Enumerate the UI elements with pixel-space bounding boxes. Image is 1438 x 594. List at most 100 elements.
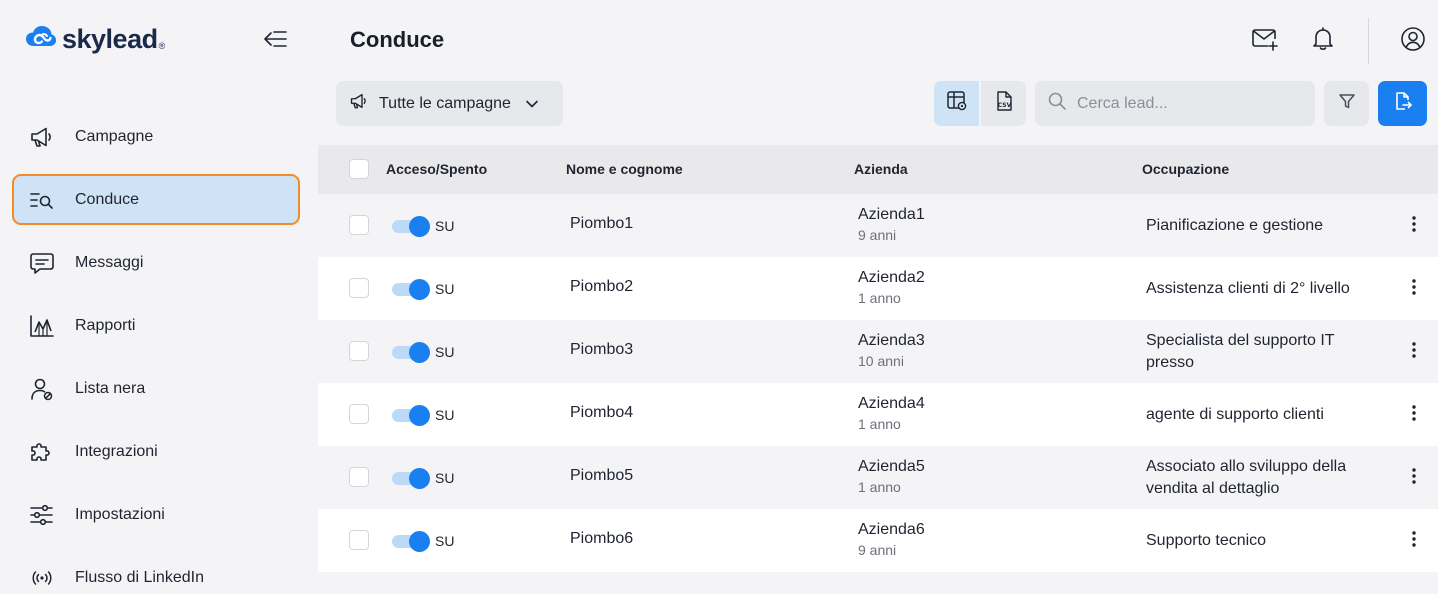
toggle-knob: [409, 405, 430, 426]
logo-text: skylead: [62, 24, 158, 54]
logo-registered-mark: ®: [158, 40, 166, 51]
bell-icon: [1311, 26, 1335, 57]
table-row[interactable]: SU Piombo6 Azienda6 9 anni Supporto tecni…: [318, 509, 1438, 572]
sidebar-item-label: Flusso di LinkedIn: [75, 568, 204, 586]
occupation: Associato allo sviluppo della vendita al…: [1146, 457, 1347, 497]
company-cell: Azienda2 1 anno: [858, 268, 925, 308]
lead-name: Piombo5: [570, 467, 634, 484]
column-header-occupazione[interactable]: Occupazione: [1142, 161, 1229, 177]
company-tenure: 9 anni: [858, 227, 897, 243]
table-row[interactable]: SU Piombo1 Azienda1 9 anni Pianificazione…: [318, 194, 1438, 257]
sidebar-item-label: Lista nera: [75, 379, 146, 397]
sidebar-item-conduce[interactable]: Conduce: [0, 168, 318, 231]
sidebar-nav: Campagne Conduce Messaggi Rapporti Lista…: [0, 105, 318, 594]
table-row[interactable]: SU Piombo2 Azienda2 1 anno Assistenza cli…: [318, 257, 1438, 320]
search-input[interactable]: [1077, 94, 1297, 113]
sidebar-item-rapporti[interactable]: Rapporti: [0, 294, 318, 357]
company-tenure: 1 anno: [858, 479, 901, 495]
company-tenure: 1 anno: [858, 416, 901, 432]
file-export-icon: [1393, 90, 1413, 117]
table-settings-icon: [946, 90, 968, 117]
lead-toggle[interactable]: [392, 279, 430, 300]
table-row[interactable]: SU Piombo5 Azienda5 1 anno Associato allo…: [318, 446, 1438, 509]
export-leads-button[interactable]: [1378, 81, 1427, 126]
filter-icon: [1338, 92, 1356, 115]
company-name: Azienda3: [858, 332, 925, 349]
row-menu-button[interactable]: [1402, 340, 1426, 364]
notifications-button[interactable]: [1308, 26, 1338, 56]
company-cell: Azienda1 9 anni: [858, 205, 925, 245]
search-box: [1035, 81, 1315, 126]
row-menu-button[interactable]: [1402, 214, 1426, 238]
sidebar-item-label: Messaggi: [75, 253, 144, 271]
lead-toggle[interactable]: [392, 342, 430, 363]
company-cell: Azienda5 1 anno: [858, 457, 925, 497]
broadcast-icon: [29, 565, 55, 591]
table-row[interactable]: SU Piombo4 Azienda4 1 anno agente di supp…: [318, 383, 1438, 446]
toggle-label: SU: [435, 533, 455, 549]
row-checkbox[interactable]: [349, 467, 369, 487]
occupation: Assistenza clienti di 2° livello: [1146, 279, 1350, 297]
select-all-checkbox[interactable]: [349, 159, 369, 179]
table-header: Acceso/Spento Nome e cognome Azienda Occ…: [318, 145, 1438, 194]
row-menu-button[interactable]: [1402, 529, 1426, 553]
toggle-knob: [409, 468, 430, 489]
table-row[interactable]: SU Piombo3 Azienda3 10 anni Specialista d…: [318, 320, 1438, 383]
sidebar-item-label: Rapporti: [75, 316, 136, 334]
toggle-knob: [409, 342, 430, 363]
sidebar-item-integrazioni[interactable]: Integrazioni: [0, 420, 318, 483]
new-message-button[interactable]: [1250, 26, 1280, 56]
user-block-icon: [29, 376, 55, 402]
column-header-azienda[interactable]: Azienda: [854, 161, 908, 177]
lead-name: Piombo1: [570, 215, 634, 232]
company-name: Azienda2: [858, 269, 925, 286]
lead-toggle[interactable]: [392, 531, 430, 552]
leads-table: Acceso/Spento Nome e cognome Azienda Occ…: [318, 145, 1438, 572]
sidebar-item-lista-nera[interactable]: Lista nera: [0, 357, 318, 420]
row-checkbox[interactable]: [349, 404, 369, 424]
more-vertical-icon: [1411, 215, 1417, 238]
profile-button[interactable]: [1398, 26, 1428, 56]
occupation: Supporto tecnico: [1146, 531, 1267, 549]
chart-icon: [29, 313, 55, 339]
row-checkbox[interactable]: [349, 215, 369, 235]
row-menu-button[interactable]: [1402, 277, 1426, 301]
svg-text:CSV: CSV: [997, 102, 1011, 109]
table-settings-button[interactable]: [934, 81, 979, 126]
more-vertical-icon: [1411, 278, 1417, 301]
sidebar-item-label: Conduce: [75, 190, 140, 208]
export-csv-button[interactable]: CSV: [981, 81, 1026, 126]
column-header-nome[interactable]: Nome e cognome: [566, 161, 683, 177]
row-checkbox[interactable]: [349, 341, 369, 361]
header-divider: [1368, 18, 1369, 64]
collapse-left-icon: [263, 29, 287, 54]
sidebar-item-campagne[interactable]: Campagne: [0, 105, 318, 168]
company-name: Azienda6: [858, 521, 925, 538]
filter-button[interactable]: [1324, 81, 1369, 126]
toggle-label: SU: [435, 407, 455, 423]
row-menu-button[interactable]: [1402, 403, 1426, 427]
lead-toggle[interactable]: [392, 405, 430, 426]
logo[interactable]: skylead ®: [25, 24, 165, 55]
app: skylead ® Campagne Conduce Messaggi Rapp…: [0, 0, 1438, 594]
lead-name: Piombo3: [570, 341, 634, 358]
sidebar-item-impostazioni[interactable]: Impostazioni: [0, 483, 318, 546]
toggle-knob: [409, 279, 430, 300]
toggle-knob: [409, 531, 430, 552]
lead-toggle[interactable]: [392, 216, 430, 237]
lead-toggle[interactable]: [392, 468, 430, 489]
puzzle-icon: [29, 439, 55, 465]
toggle-label: SU: [435, 281, 455, 297]
row-checkbox[interactable]: [349, 278, 369, 298]
campaign-select[interactable]: Tutte le campagne: [336, 81, 563, 126]
sidebar-item-flusso-linkedin[interactable]: Flusso di LinkedIn: [0, 546, 318, 594]
lead-name: Piombo2: [570, 278, 634, 295]
sidebar-item-messaggi[interactable]: Messaggi: [0, 231, 318, 294]
active-item-highlight: [12, 174, 300, 225]
collapse-sidebar-button[interactable]: [262, 28, 288, 54]
column-header-acceso[interactable]: Acceso/Spento: [386, 161, 487, 177]
row-menu-button[interactable]: [1402, 466, 1426, 490]
company-tenure: 1 anno: [858, 290, 901, 306]
occupation: Pianificazione e gestione: [1146, 216, 1324, 234]
row-checkbox[interactable]: [349, 530, 369, 550]
